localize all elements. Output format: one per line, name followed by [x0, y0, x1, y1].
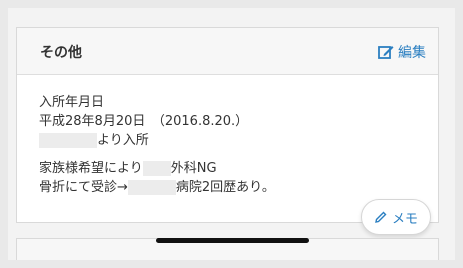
- pencil-icon: [375, 211, 387, 223]
- edit-icon: [378, 46, 394, 59]
- note-line1-suffix: 外科NG: [170, 161, 217, 176]
- edit-button[interactable]: 編集: [378, 42, 426, 62]
- admission-source-suffix: より入所: [97, 133, 149, 148]
- panel-title: その他: [40, 45, 82, 61]
- edit-label: 編集: [398, 45, 426, 61]
- other-info-panel: その他 編集 入所年月日 平成28年8月20日 （2016.8.20.） より入…: [16, 27, 439, 223]
- memo-label: メモ: [391, 211, 418, 227]
- redacted-text: [39, 133, 97, 148]
- admission-date: 平成28年8月20日 （2016.8.20.）: [39, 114, 249, 129]
- panel-header: その他 編集: [17, 28, 438, 75]
- note-line1-prefix: 家族様希望により: [39, 161, 143, 176]
- note-line-1: 家族様希望により 外科NG: [39, 157, 217, 176]
- memo-button[interactable]: メモ: [361, 199, 431, 235]
- note-line2-prefix: 骨折にて受診→: [39, 180, 128, 195]
- admission-label: 入所年月日: [39, 95, 105, 110]
- home-indicator[interactable]: [156, 238, 309, 243]
- redacted-text: [127, 180, 176, 195]
- redacted-text: [142, 161, 171, 176]
- note-line-2: 骨折にて受診→ 病院2回歴あり。: [39, 176, 275, 195]
- note-line2-suffix: 病院2回歴あり。: [175, 180, 275, 195]
- admission-source: より入所: [39, 129, 149, 148]
